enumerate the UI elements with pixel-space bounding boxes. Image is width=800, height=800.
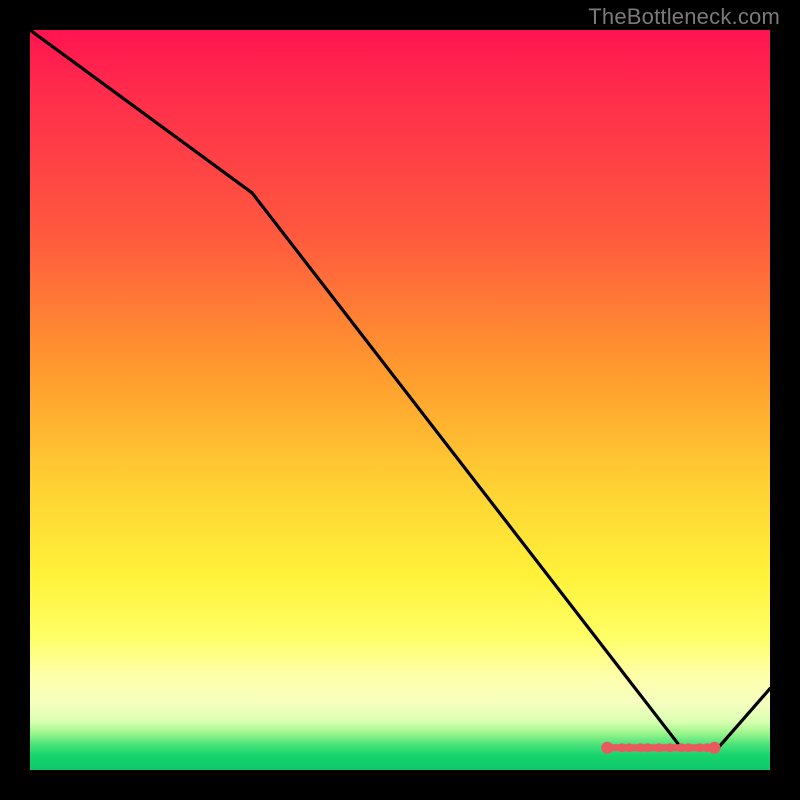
watermark-text: TheBottleneck.com	[588, 4, 780, 30]
marker-dot	[618, 744, 626, 752]
marker-dot	[666, 744, 674, 752]
marker-dot	[625, 744, 633, 752]
marker-dot	[637, 744, 645, 752]
marker-dot	[602, 742, 613, 753]
chart-root: TheBottleneck.com	[0, 0, 800, 800]
marker-dot	[677, 744, 685, 752]
chart-svg	[30, 30, 770, 770]
marker-dot	[709, 742, 720, 753]
marker-dot	[685, 744, 693, 752]
marker-dot	[644, 744, 652, 752]
marker-group	[602, 742, 720, 753]
marker-dot	[655, 744, 663, 752]
bottleneck-curve	[30, 30, 770, 748]
plot-area	[30, 30, 770, 770]
marker-dot	[696, 744, 704, 752]
